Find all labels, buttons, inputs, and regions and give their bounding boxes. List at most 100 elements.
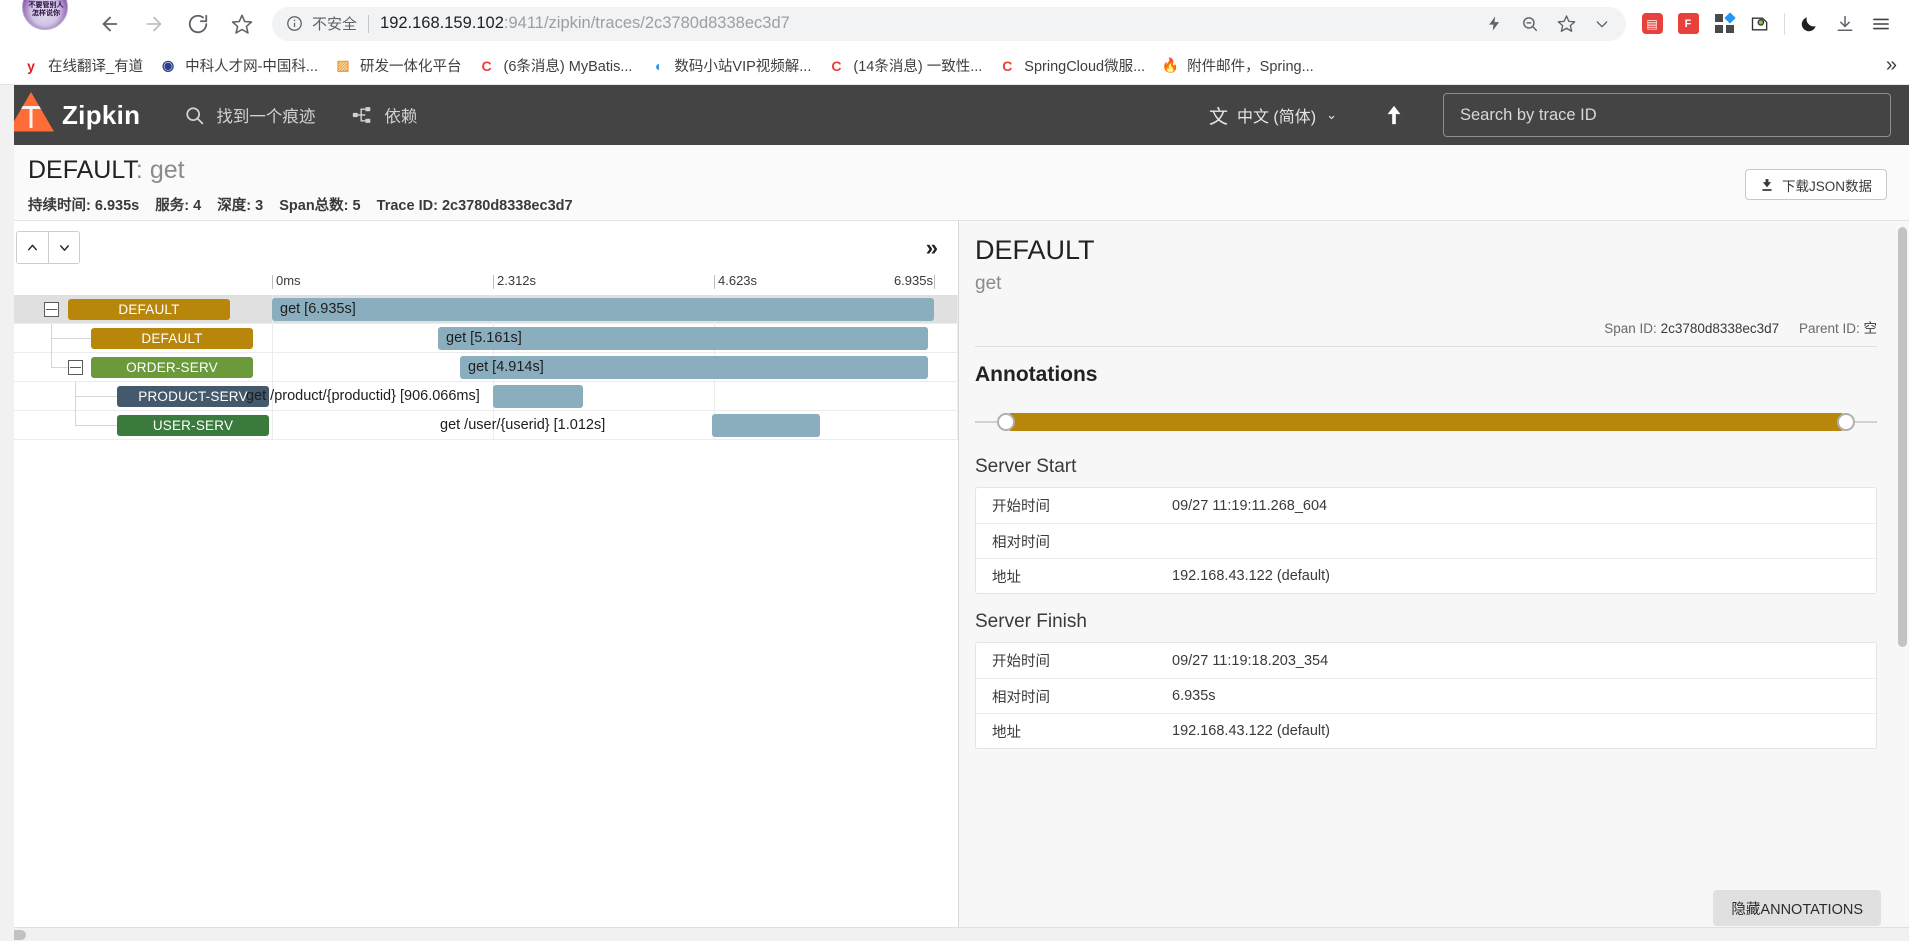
ext-moon-icon[interactable]: [1791, 5, 1827, 43]
meta-label-duration: 持续时间:: [28, 198, 91, 214]
annotation-marker-finish[interactable]: [1837, 413, 1855, 431]
span-tree-toggle[interactable]: [44, 301, 59, 317]
security-status-text: 不安全: [312, 16, 358, 33]
row-value: 6.935s: [1172, 688, 1216, 704]
ext-download-icon[interactable]: [1827, 5, 1863, 43]
bookmark-favicon-video: ◖: [653, 57, 662, 74]
search-input[interactable]: [1460, 105, 1874, 125]
span-row[interactable]: DEFAULT get [6.935s]: [0, 294, 958, 324]
bookmark-label: 数码小站VIP视频解...: [674, 59, 812, 75]
span-detail-pane: DEFAULT get Span ID: 2c3780d8338ec3d7 Pa…: [959, 221, 1909, 940]
span-row-left: DEFAULT: [0, 323, 272, 353]
meta-label-depth: 深度:: [217, 198, 252, 214]
span-bar[interactable]: [493, 384, 583, 408]
omnibox-divider: [368, 14, 370, 33]
span-service-pill[interactable]: ORDER-SERV: [91, 356, 253, 378]
span-row-left: DEFAULT: [0, 295, 272, 324]
zipkin-app: Zipkin 找到一个痕迹 依赖 文 中文 (简体) ⌄ Search by t…: [0, 85, 1909, 941]
bookmark-item[interactable]: y 在线翻译_有道: [14, 52, 151, 80]
bookmark-item[interactable]: C (14条消息) 一致性...: [819, 52, 990, 80]
annotation-timeline[interactable]: [975, 405, 1877, 439]
forward-button[interactable]: [135, 5, 173, 43]
section-title-server-start: Server Start: [975, 456, 1077, 477]
row-key: 开始时间: [992, 499, 1050, 515]
nav-dependencies[interactable]: 依赖: [351, 103, 417, 127]
table-row: 地址 192.168.43.122 (default): [976, 713, 1876, 748]
upload-icon[interactable]: [1373, 94, 1415, 136]
span-bar[interactable]: [712, 413, 820, 437]
bookmark-favicon-zkrc: ◉: [161, 57, 175, 73]
span-row[interactable]: DEFAULT get [5.161s]: [0, 323, 958, 353]
span-label: get [4.914s]: [468, 358, 544, 375]
download-json-button[interactable]: 下载JSON数据: [1744, 169, 1887, 200]
lightning-icon[interactable]: [1476, 8, 1512, 40]
zoom-out-icon[interactable]: [1512, 8, 1548, 40]
bookmarks-overflow-button[interactable]: »: [1886, 53, 1897, 77]
detail-ids: Span ID: 2c3780d8338ec3d7 Parent ID: 空: [975, 317, 1877, 347]
chevron-down-icon[interactable]: [1584, 8, 1620, 40]
annotations-heading: Annotations: [975, 363, 1098, 386]
hide-annotations-button[interactable]: 隐藏ANNOTATIONS: [1713, 890, 1881, 926]
ext-menu-icon[interactable]: [1863, 5, 1899, 43]
trace-id-search-box[interactable]: [1443, 93, 1891, 137]
browser-tab[interactable]: 不要管别人 怎样说你: [0, 0, 88, 47]
meta-label-services: 服务:: [155, 198, 190, 214]
bookmark-star-button[interactable]: [223, 5, 261, 43]
detail-scrollbar[interactable]: [1898, 227, 1907, 647]
bookmark-item[interactable]: ▨ 研发一体化平台: [326, 52, 470, 80]
collapse-all-button[interactable]: [17, 232, 48, 263]
bookmark-item[interactable]: ◉ 中科人才网-中国科...: [151, 52, 326, 80]
chevron-down-icon: ⌄: [1326, 107, 1337, 122]
horizontal-scrollbar[interactable]: [0, 927, 1909, 941]
double-chevron-right-icon[interactable]: »: [926, 237, 938, 259]
span-bar[interactable]: [272, 297, 934, 321]
bookmark-label: 在线翻译_有道: [48, 59, 144, 75]
span-service-pill[interactable]: USER-SERV: [117, 414, 269, 436]
meta-value-trace-id: 2c3780d8338ec3d7: [441, 198, 573, 214]
axis-tick-1: 2.312s: [493, 273, 536, 289]
language-selector[interactable]: 文 中文 (简体) ⌄: [1209, 102, 1337, 129]
span-row[interactable]: PRODUCT-SERV get /product/{productid} [9…: [0, 381, 958, 411]
span-service-pill[interactable]: DEFAULT: [91, 327, 253, 349]
ext-person-icon[interactable]: [1742, 5, 1778, 43]
meta-value-duration: 6.935s: [94, 198, 140, 214]
zipkin-header: Zipkin 找到一个痕迹 依赖 文 中文 (简体) ⌄: [0, 85, 1909, 145]
span-row-right: get [5.161s]: [272, 323, 958, 353]
omnibox-actions: [1476, 8, 1620, 40]
bookmark-item[interactable]: C (6条消息) MyBatis...: [470, 52, 641, 80]
ext-foxit-icon[interactable]: F: [1670, 5, 1706, 43]
address-bar[interactable]: 不安全 192.168.159.102:9411/zipkin/traces/2…: [272, 6, 1626, 41]
tab-favicon-text: 不要管别人 怎样说你: [28, 2, 64, 17]
span-service-pill[interactable]: DEFAULT: [68, 298, 230, 320]
info-circle-icon[interactable]: [286, 15, 303, 32]
back-button[interactable]: [91, 5, 129, 43]
span-row[interactable]: USER-SERV get /user/{userid} [1.012s]: [0, 410, 958, 440]
ext-red-box-icon[interactable]: ▤: [1634, 5, 1670, 43]
span-rows: DEFAULT get [6.935s] DEFAULT get [5.161s…: [0, 294, 958, 440]
trace-title-separator: :: [135, 156, 150, 184]
bookmark-item[interactable]: 🔥 附件邮件，Spring...: [1153, 52, 1322, 80]
bookmark-item[interactable]: C SpringCloud微服...: [990, 52, 1153, 80]
bookmark-favicon-csdn: C: [1002, 57, 1013, 74]
bookmark-item[interactable]: ◖ 数码小站VIP视频解...: [640, 52, 819, 80]
language-label: 中文 (简体): [1236, 109, 1317, 126]
annotation-marker-start[interactable]: [997, 413, 1015, 431]
ext-grid-icon[interactable]: [1706, 5, 1742, 43]
row-value: 09/27 11:19:11.268_604: [1172, 497, 1328, 514]
span-id-label: Span ID:: [1604, 321, 1657, 336]
span-label: get [6.935s]: [280, 300, 356, 317]
expand-all-button[interactable]: [48, 232, 79, 263]
nav-find-a-trace[interactable]: 找到一个痕迹: [184, 103, 315, 127]
bookmark-label: 研发一体化平台: [360, 59, 462, 75]
span-row[interactable]: ORDER-SERV get [4.914s]: [0, 352, 958, 382]
parent-id-label: Parent ID:: [1798, 321, 1860, 336]
span-tree-toggle[interactable]: [68, 359, 83, 375]
axis-tick-3: 6.935s: [893, 273, 936, 289]
reload-button[interactable]: [179, 5, 217, 43]
star-outline-icon[interactable]: [1548, 8, 1584, 40]
detail-operation-name: get: [975, 273, 1002, 294]
span-label: get /user/{userid} [1.012s]: [440, 416, 606, 433]
span-id-value: 2c3780d8338ec3d7: [1660, 321, 1780, 336]
table-row: 开始时间 09/27 11:19:18.203_354: [976, 643, 1876, 678]
zipkin-header-right: 文 中文 (简体) ⌄: [1209, 93, 1891, 137]
